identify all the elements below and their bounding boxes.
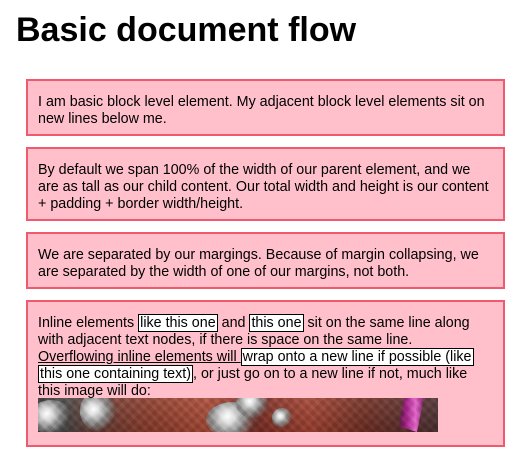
inline-text-part-2: and xyxy=(217,315,250,331)
inline-element-1: like this one xyxy=(138,314,218,332)
block-1-text: I am basic block level element. My adjac… xyxy=(38,94,485,127)
block-element-2: By default we span 100% of the width of … xyxy=(26,147,505,221)
overflowing-text: Overflowing inline elements will xyxy=(38,349,241,365)
block-element-1: I am basic block level element. My adjac… xyxy=(26,79,505,136)
block-2-text: By default we span 100% of the width of … xyxy=(38,162,489,212)
inline-text-part-1: Inline elements xyxy=(38,315,139,331)
block-3-text: We are separated by our margings. Becaus… xyxy=(38,247,479,280)
inline-elements-paragraph: Inline elements like this one and this o… xyxy=(38,314,491,400)
photo-image xyxy=(38,398,438,432)
page-title: Basic document flow xyxy=(16,11,357,49)
block-element-3: We are separated by our margings. Becaus… xyxy=(26,232,505,289)
inline-elements-block: Inline elements like this one and this o… xyxy=(26,300,505,447)
image-texture xyxy=(38,398,438,432)
inline-element-2: this one xyxy=(249,314,304,332)
